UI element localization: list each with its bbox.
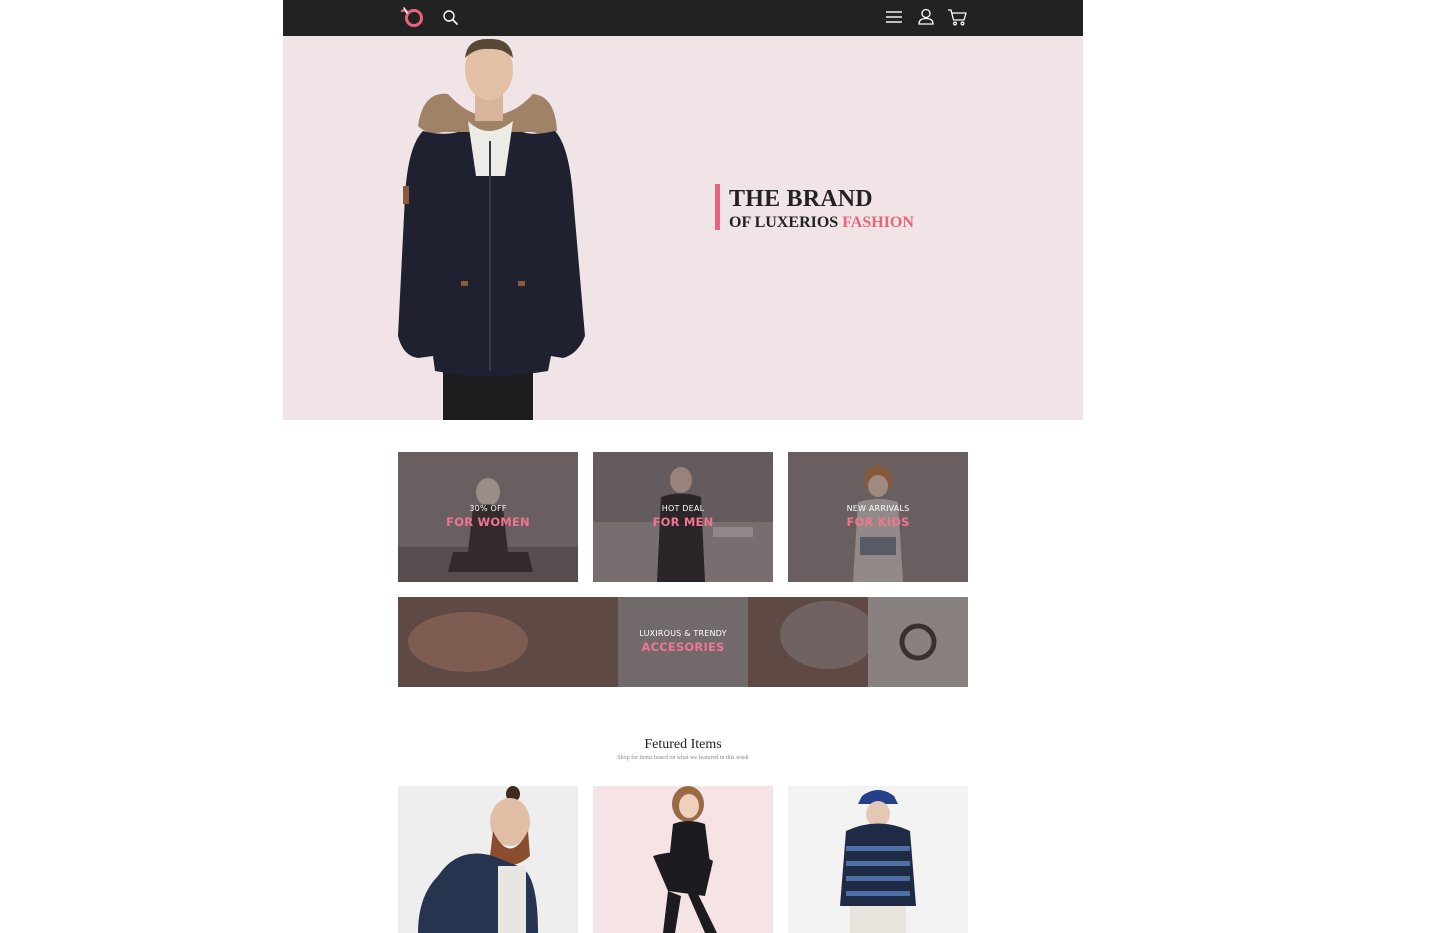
promo-tile-kids[interactable]: NEW ARRIVALS FOR KIDS bbox=[788, 452, 968, 582]
featured-product-image bbox=[593, 786, 773, 933]
hero-subtitle-prefix: OF LUXERIOS bbox=[729, 214, 843, 231]
promo-women-big-text: FOR WOMEN bbox=[446, 515, 530, 529]
promo-tile-accessories[interactable]: LUXIROUS & TRENDY ACCESORIES bbox=[398, 597, 968, 687]
promo-tile-men[interactable]: HOT DEAL FOR MEN bbox=[593, 452, 773, 582]
page: THE BRAND OF LUXERIOS FASHION 30% OFF FO… bbox=[0, 0, 1429, 933]
promo-tile-women[interactable]: 30% OFF FOR WOMEN bbox=[398, 452, 578, 582]
promo-accessories-small-text: LUXIROUS & TRENDY bbox=[639, 629, 727, 638]
cart-icon[interactable] bbox=[947, 7, 969, 27]
promo-men-small-text: HOT DEAL bbox=[661, 504, 705, 513]
promo-accessories-big-text: ACCESORIES bbox=[641, 640, 725, 654]
featured-subtitle: Shop for items based on what we featured… bbox=[617, 755, 749, 761]
featured-product-card[interactable] bbox=[593, 786, 773, 933]
hero-title: THE BRAND bbox=[729, 186, 873, 212]
featured-product-image bbox=[788, 786, 968, 933]
top-navbar bbox=[283, 0, 1083, 36]
hero-subtitle-accent: FASHION bbox=[842, 214, 914, 231]
featured-title: Fetured Items bbox=[644, 737, 722, 752]
hero-model-image bbox=[398, 38, 585, 420]
hero-subtitle: OF LUXERIOS FASHION bbox=[729, 213, 914, 233]
promo-kids-small-text: NEW ARRIVALS bbox=[846, 504, 910, 513]
promo-men-big-text: FOR MEN bbox=[652, 515, 714, 529]
hero-accent-bar bbox=[715, 184, 720, 230]
hero-banner: THE BRAND OF LUXERIOS FASHION bbox=[283, 36, 1083, 420]
hamburger-menu-icon[interactable] bbox=[884, 8, 904, 28]
featured-product-card[interactable] bbox=[398, 786, 578, 933]
featured-product-image bbox=[398, 786, 578, 933]
brand-logo-icon[interactable] bbox=[399, 5, 425, 29]
user-icon[interactable] bbox=[916, 7, 936, 27]
featured-product-card[interactable] bbox=[788, 786, 968, 933]
promo-kids-big-text: FOR KIDS bbox=[846, 515, 910, 529]
promo-women-small-text: 30% OFF bbox=[469, 504, 507, 513]
search-icon[interactable] bbox=[441, 8, 461, 28]
